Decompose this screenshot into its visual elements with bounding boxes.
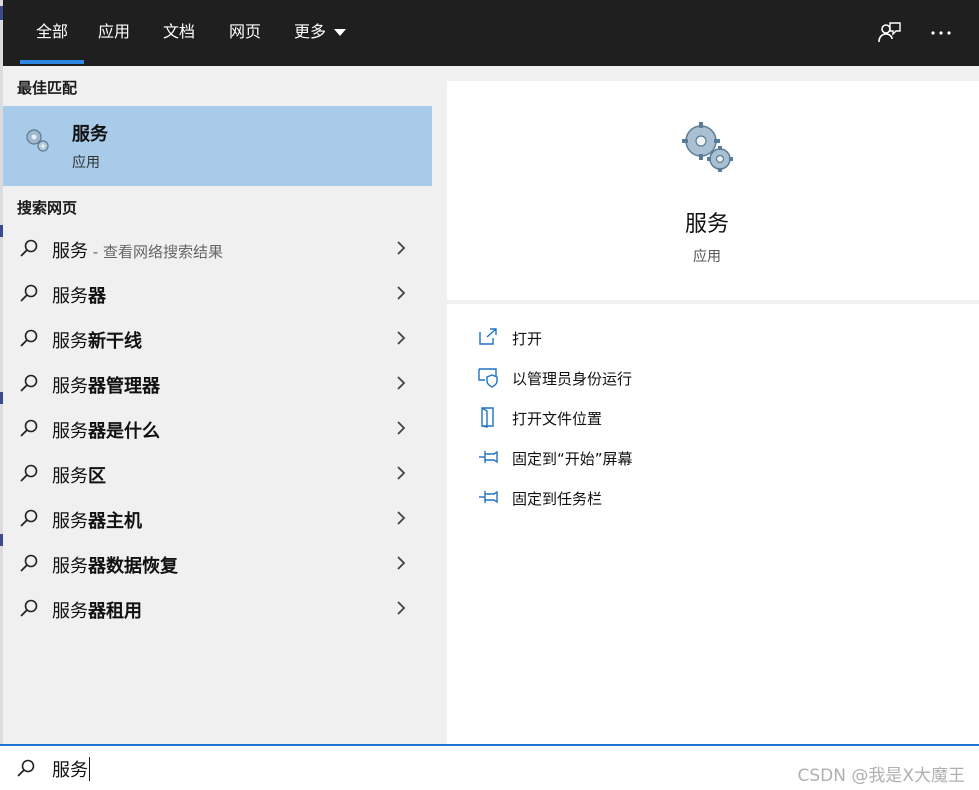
search-icon <box>20 419 38 437</box>
chevron-right-icon[interactable] <box>395 600 407 616</box>
suggestion-completion: 器 <box>88 286 106 307</box>
suggestion-text: 服务 <box>52 241 88 262</box>
web-suggestion[interactable]: 服务新干线 <box>3 316 432 361</box>
search-icon <box>20 284 38 302</box>
ellipsis-icon <box>931 31 951 35</box>
app-actions-list: 打开 以管理员身份运行 打开文件位置 固定到“开始”屏幕 固定到任务栏 <box>447 304 979 744</box>
web-suggestion[interactable]: 服务器管理器 <box>3 361 432 406</box>
chevron-right-icon[interactable] <box>395 510 407 526</box>
web-suggestion[interactable]: 服务器数据恢复 <box>3 541 432 586</box>
tab-more-label: 更多 <box>294 22 327 41</box>
web-search-heading: 搜索网页 <box>17 199 78 217</box>
tab-all[interactable]: 全部 <box>20 0 84 66</box>
tab-documents[interactable]: 文档 <box>163 0 195 66</box>
suggestion-completion: 器管理器 <box>88 376 160 397</box>
tab-apps[interactable]: 应用 <box>98 0 130 66</box>
app-preview-card: 服务 应用 <box>447 81 979 300</box>
suggestion-completion: 器数据恢复 <box>88 556 178 577</box>
open-icon <box>479 328 497 345</box>
search-icon <box>20 509 38 527</box>
preview-pane: 服务 应用 打开 以管理员身份运行 打开文件位置 固定到“开始”屏幕 固定到任务… <box>432 66 979 744</box>
tab-all-label: 全部 <box>35 22 68 41</box>
search-icon <box>20 239 38 257</box>
results-pane: 最佳匹配 服务 应用 搜索网页 服务 - 查看网络搜索结果 服务器 服务新干线 … <box>3 66 432 744</box>
best-match-item[interactable]: 服务 应用 <box>3 106 432 186</box>
search-icon <box>17 759 35 777</box>
chevron-right-icon[interactable] <box>395 285 407 301</box>
feedback-button[interactable] <box>876 20 902 46</box>
tab-more[interactable]: 更多 <box>294 0 347 66</box>
chevron-right-icon[interactable] <box>395 465 407 481</box>
action-label: 固定到“开始”屏幕 <box>512 450 633 468</box>
suggestion-text: 服务 <box>52 376 88 397</box>
app-title: 服务 <box>684 212 729 237</box>
action-label: 打开文件位置 <box>512 410 603 428</box>
web-suggestion[interactable]: 服务器 <box>3 271 432 316</box>
suggestion-completion: 区 <box>88 466 106 487</box>
app-type: 应用 <box>693 249 721 265</box>
suggestion-completion: 器主机 <box>88 511 142 532</box>
suggestion-text: 服务 <box>52 511 88 532</box>
feedback-person-icon <box>878 22 901 43</box>
suggestion-text: 服务 <box>52 466 88 487</box>
web-suggestion[interactable]: 服务器是什么 <box>3 406 432 451</box>
more-options-button[interactable] <box>928 20 954 46</box>
best-match-heading: 最佳匹配 <box>17 79 78 97</box>
suggestion-text: 服务 <box>52 286 88 307</box>
web-suggestion[interactable]: 服务器主机 <box>3 496 432 541</box>
watermark: CSDN @我是X大魔王 <box>797 766 965 786</box>
pin-icon <box>479 490 498 504</box>
suggestion-completion: 器租用 <box>88 601 142 622</box>
gears-icon <box>682 122 733 172</box>
chevron-right-icon[interactable] <box>395 375 407 391</box>
best-match-type: 应用 <box>72 155 100 171</box>
search-box[interactable]: 服务 CSDN @我是X大魔王 <box>0 744 979 790</box>
pin-icon <box>479 450 498 464</box>
search-icon <box>20 329 38 347</box>
tab-apps-label: 应用 <box>98 22 131 41</box>
search-icon <box>20 599 38 617</box>
suggestion-text: 服务 <box>52 556 88 577</box>
web-suggestion[interactable]: 服务器租用 <box>3 586 432 631</box>
tab-web[interactable]: 网页 <box>229 0 261 66</box>
chevron-right-icon[interactable] <box>395 240 407 256</box>
search-icon <box>20 554 38 572</box>
web-suggestion[interactable]: 服务 - 查看网络搜索结果 <box>3 226 432 271</box>
suggestion-completion: 器是什么 <box>88 421 160 442</box>
text-cursor <box>89 757 90 781</box>
action-label: 打开 <box>512 330 543 348</box>
gears-icon <box>26 129 49 152</box>
search-icon <box>20 374 38 392</box>
filter-tab-bar: 全部 应用 文档 网页 更多 <box>3 0 979 66</box>
search-input[interactable]: 服务 <box>52 756 90 782</box>
search-icon <box>20 464 38 482</box>
action-label: 以管理员身份运行 <box>512 370 633 388</box>
suggestion-completion: 新干线 <box>88 331 142 352</box>
active-tab-indicator <box>20 60 84 64</box>
chevron-right-icon[interactable] <box>395 420 407 436</box>
search-query-text: 服务 <box>52 760 88 781</box>
file-location-icon <box>481 407 494 428</box>
shield-icon <box>478 368 498 388</box>
suggestion-text: 服务 <box>52 421 88 442</box>
tab-web-label: 网页 <box>229 22 262 41</box>
suggestion-text: 服务 <box>52 331 88 352</box>
best-match-title: 服务 <box>72 124 108 145</box>
chevron-right-icon[interactable] <box>395 555 407 571</box>
action-label: 固定到任务栏 <box>512 490 603 508</box>
chevron-right-icon[interactable] <box>395 330 407 346</box>
start-search-window: 全部 应用 文档 网页 更多 最佳匹配 服务 应用 搜索网页 服务 - 查看网络… <box>0 0 979 790</box>
suggestion-text: 服务 <box>52 601 88 622</box>
tab-documents-label: 文档 <box>163 22 196 41</box>
suggestion-hint: - 查看网络搜索结果 <box>88 243 223 261</box>
caret-down-icon <box>334 29 347 36</box>
web-suggestion[interactable]: 服务区 <box>3 451 432 496</box>
